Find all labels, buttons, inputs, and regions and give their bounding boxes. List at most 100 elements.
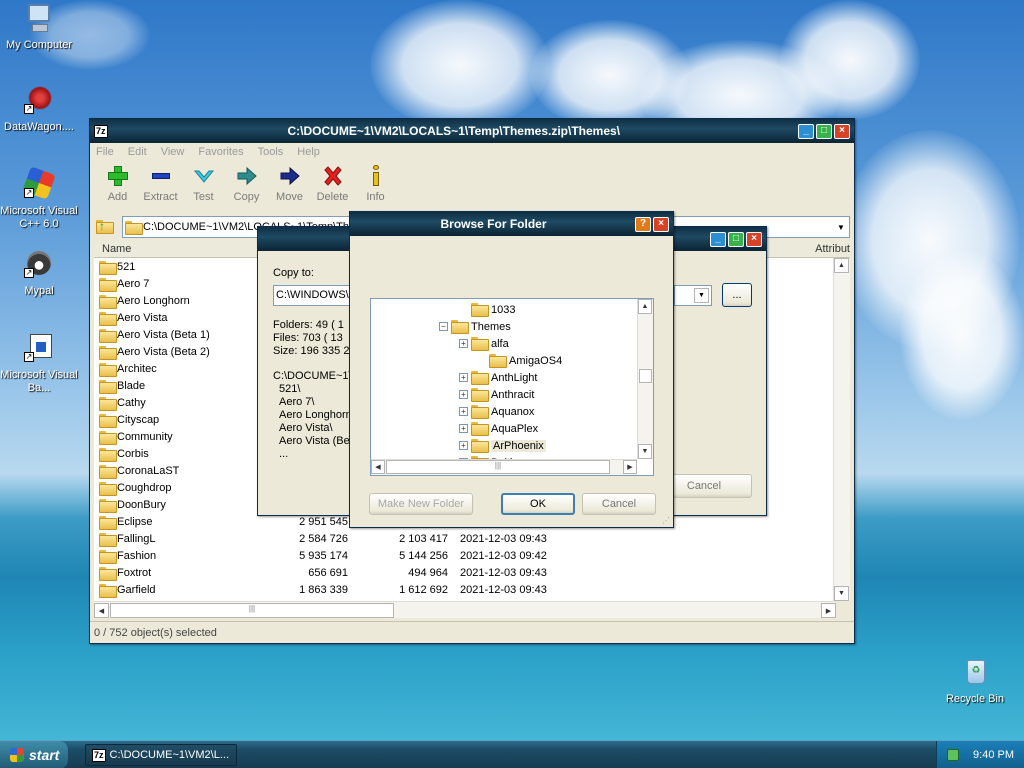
file-name: Community	[117, 430, 173, 443]
file-name: DoonBury	[117, 498, 166, 511]
tree-item[interactable]: − Themes	[371, 318, 637, 335]
folder-tree: 1033 − Themes + alfa AmigaOS4 + AnthLight + Anthr…	[370, 298, 654, 476]
tree-item[interactable]: + Anthracit	[371, 386, 637, 403]
tree-expander-icon[interactable]: −	[439, 322, 448, 331]
copy-to-input[interactable]: C:\WINDOWS\	[273, 285, 351, 306]
copy-to-combo[interactable]: ▼	[674, 285, 712, 306]
ok-button[interactable]: OK	[501, 493, 575, 515]
browse-cancel-button[interactable]: Cancel	[582, 493, 656, 515]
delete-button[interactable]: Delete	[311, 161, 354, 211]
menu-help[interactable]: Help	[297, 146, 320, 158]
file-size: 5 935 174	[299, 549, 348, 562]
browse-button[interactable]: ...	[722, 283, 752, 307]
file-row[interactable]: Garfield 1 863 339 1 612 692 2021-12-03 09:…	[94, 581, 836, 598]
file-row[interactable]: Foxtrot 656 691 494 964 2021-12-03 09:43	[94, 564, 836, 581]
file-row[interactable]: Fashion 5 935 174 5 144 256 2021-12-03 09:4…	[94, 547, 836, 564]
desktop-icon-visual-cpp[interactable]: ↗ Microsoft Visual C++ 6.0	[0, 166, 81, 231]
help-button[interactable]: ?	[635, 216, 651, 232]
combo-dropdown-icon[interactable]: ▼	[694, 288, 709, 303]
move-button[interactable]: Move	[268, 161, 311, 211]
desktop-icon-recycle-bin[interactable]: ♻ Recycle Bin	[933, 656, 1017, 706]
column-name[interactable]: Name	[102, 243, 131, 255]
tree-item[interactable]: + Aquanox	[371, 403, 637, 420]
maximize-button[interactable]: □	[728, 231, 744, 247]
column-attributes[interactable]: Attribut	[815, 243, 850, 255]
address-dropdown-icon[interactable]: ▼	[833, 217, 849, 237]
scroll-thumb[interactable]	[639, 369, 652, 383]
move-arrow-icon	[279, 165, 301, 187]
extract-button[interactable]: Extract	[139, 161, 182, 211]
title-bar[interactable]: 7z C:\DOCUME~1\VM2\LOCALS~1\Temp\Themes.…	[90, 119, 854, 143]
up-folder-icon[interactable]: ↑	[96, 218, 116, 236]
menu-bar: File Edit View Favorites Tools Help	[90, 143, 854, 161]
tree-expander-icon[interactable]: +	[459, 339, 468, 348]
file-name: FallingL	[117, 532, 156, 545]
info-size: Size: 196 335 28	[273, 345, 356, 357]
scroll-left-icon[interactable]: ◀	[94, 603, 109, 618]
browse-dialog-title-bar[interactable]: Browse For Folder ? ×	[350, 212, 673, 236]
scroll-down-icon[interactable]: ▼	[638, 444, 652, 459]
close-button[interactable]: ×	[746, 231, 762, 247]
tree-expander-icon[interactable]: +	[459, 390, 468, 399]
desktop-icon-datawagon[interactable]: ↗ DataWagon....	[0, 84, 81, 134]
tree-expander-icon[interactable]: +	[459, 441, 468, 450]
scroll-left-icon[interactable]: ◀	[371, 460, 385, 474]
test-button[interactable]: Test	[182, 161, 225, 211]
scroll-right-icon[interactable]: ▶	[821, 603, 836, 618]
scroll-thumb[interactable]: |||	[110, 603, 394, 618]
scroll-down-icon[interactable]: ▼	[834, 586, 849, 601]
copy-button[interactable]: Copy	[225, 161, 268, 211]
tree-item-label: ArPhoenix	[491, 439, 546, 452]
make-new-folder-button[interactable]: Make New Folder	[369, 493, 473, 515]
add-button[interactable]: Add	[96, 161, 139, 211]
scroll-thumb[interactable]: |||	[386, 460, 610, 474]
extract-label: Extract	[143, 191, 178, 203]
tree-item-label: 1033	[491, 303, 516, 316]
tree-item[interactable]: AmigaOS4	[371, 352, 637, 369]
desktop-icon-visual-basic[interactable]: ↗ Microsoft Visual Ba...	[0, 332, 81, 395]
desktop-icon-mypal[interactable]: ↗ Mypal	[0, 248, 81, 298]
status-bar: 0 / 752 object(s) selected	[90, 621, 854, 643]
list-vertical-scrollbar[interactable]: ▲ ▼	[833, 258, 850, 601]
tree-item[interactable]: 1033	[371, 301, 637, 318]
tree-expander-icon[interactable]: +	[459, 407, 468, 416]
scroll-right-icon[interactable]: ▶	[623, 460, 637, 474]
tree-horizontal-scrollbar[interactable]: ◀ ||| ▶	[371, 459, 637, 475]
tree-item-label: Aquanox	[491, 405, 535, 418]
start-button[interactable]: start	[0, 741, 68, 768]
scroll-up-icon[interactable]: ▲	[834, 258, 849, 273]
file-row[interactable]: FallingL 2 584 726 2 103 417 2021-12-03 09:…	[94, 530, 836, 547]
add-label: Add	[107, 191, 128, 203]
minimize-button[interactable]: _	[798, 123, 814, 139]
menu-view[interactable]: View	[161, 146, 185, 158]
menu-file[interactable]: File	[96, 146, 114, 158]
tree-item[interactable]: + AnthLight	[371, 369, 637, 386]
tree-item[interactable]: + alfa	[371, 335, 637, 352]
tree-expander-icon[interactable]: +	[459, 424, 468, 433]
file-name: Architec	[117, 362, 157, 375]
resize-grip-icon[interactable]: ⋰	[662, 516, 670, 525]
tree-item[interactable]: + ArPhoenix	[371, 437, 637, 454]
info-button[interactable]: Info	[354, 161, 397, 211]
tree-item[interactable]: + AquaPlex	[371, 420, 637, 437]
path-line: 521\	[279, 383, 301, 395]
menu-edit[interactable]: Edit	[128, 146, 147, 158]
close-button[interactable]: ×	[834, 123, 850, 139]
tree-item-label: AquaPlex	[491, 422, 539, 435]
file-name: Blade	[117, 379, 146, 392]
maximize-button[interactable]: □	[816, 123, 832, 139]
folder-icon	[451, 320, 469, 334]
folder-icon	[99, 277, 117, 292]
menu-favorites[interactable]: Favorites	[198, 146, 243, 158]
taskbar-item-7zip[interactable]: 7z C:\DOCUME~1\VM2\L...	[85, 744, 237, 766]
scroll-up-icon[interactable]: ▲	[638, 299, 652, 314]
tree-vertical-scrollbar[interactable]: ▲ ▼	[637, 299, 653, 459]
minimize-button[interactable]: _	[710, 231, 726, 247]
menu-tools[interactable]: Tools	[258, 146, 284, 158]
network-icon[interactable]	[947, 749, 960, 761]
desktop-icon-my-computer[interactable]: My Computer	[0, 2, 81, 52]
list-horizontal-scrollbar[interactable]: ◀ ||| ▶	[94, 601, 836, 618]
close-button[interactable]: ×	[653, 216, 669, 232]
file-name: Aero Vista (Beta 1)	[117, 328, 210, 341]
tree-expander-icon[interactable]: +	[459, 373, 468, 382]
